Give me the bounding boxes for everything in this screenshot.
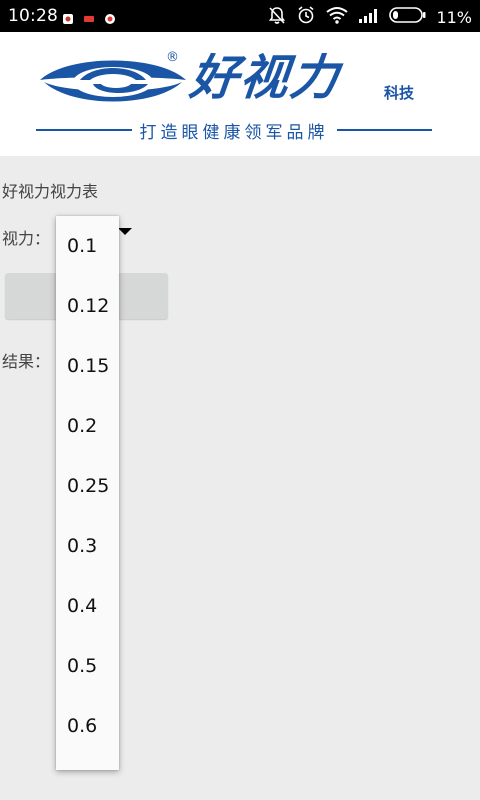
slogan: 打造眼健康领军品牌 (36, 118, 432, 143)
result-label: 结果： (2, 352, 51, 371)
status-bar: 10:28 11% (0, 0, 480, 32)
vision-dropdown-list[interactable]: 0.1 0.12 0.15 0.2 0.25 0.3 0.4 0.5 0.6 (56, 216, 119, 770)
header-banner: ® 好视力 科技 打造眼健康领军品牌 (0, 32, 480, 156)
page-title: 好视力视力表 (2, 182, 99, 201)
dropdown-option[interactable]: 0.5 (56, 636, 119, 696)
brand-name: 好视力 (187, 50, 343, 106)
battery-percent: 11% (436, 7, 472, 27)
dropdown-option[interactable]: 0.2 (56, 396, 119, 456)
status-icons: 11% (267, 5, 472, 29)
slogan-text: 打造眼健康领军品牌 (139, 122, 329, 143)
slogan-divider (336, 129, 432, 131)
signal-icon (358, 6, 380, 28)
alarm-icon (296, 5, 316, 29)
dropdown-option[interactable]: 0.4 (56, 576, 119, 636)
status-time: 10:28 (8, 6, 58, 26)
dropdown-option[interactable]: 0.15 (56, 336, 119, 396)
notification-icon (62, 10, 74, 29)
notification-icons (62, 10, 116, 29)
dropdown-option[interactable]: 0.1 (56, 216, 119, 276)
wifi-icon (325, 5, 349, 29)
notification-icon (104, 10, 116, 29)
dropdown-arrow-icon[interactable] (118, 228, 132, 235)
dropdown-option[interactable]: 0.25 (56, 456, 119, 516)
dropdown-option[interactable]: 0.3 (56, 516, 119, 576)
registered-mark: ® (166, 50, 179, 65)
brand-suffix: 科技 (384, 84, 415, 102)
dropdown-option[interactable]: 0.6 (56, 696, 119, 756)
vision-label: 视力： (2, 229, 51, 248)
slogan-divider (36, 129, 132, 131)
battery-icon (389, 6, 427, 28)
notification-icon (83, 10, 95, 29)
dropdown-option[interactable]: 0.12 (56, 276, 119, 336)
mute-icon (267, 5, 287, 29)
